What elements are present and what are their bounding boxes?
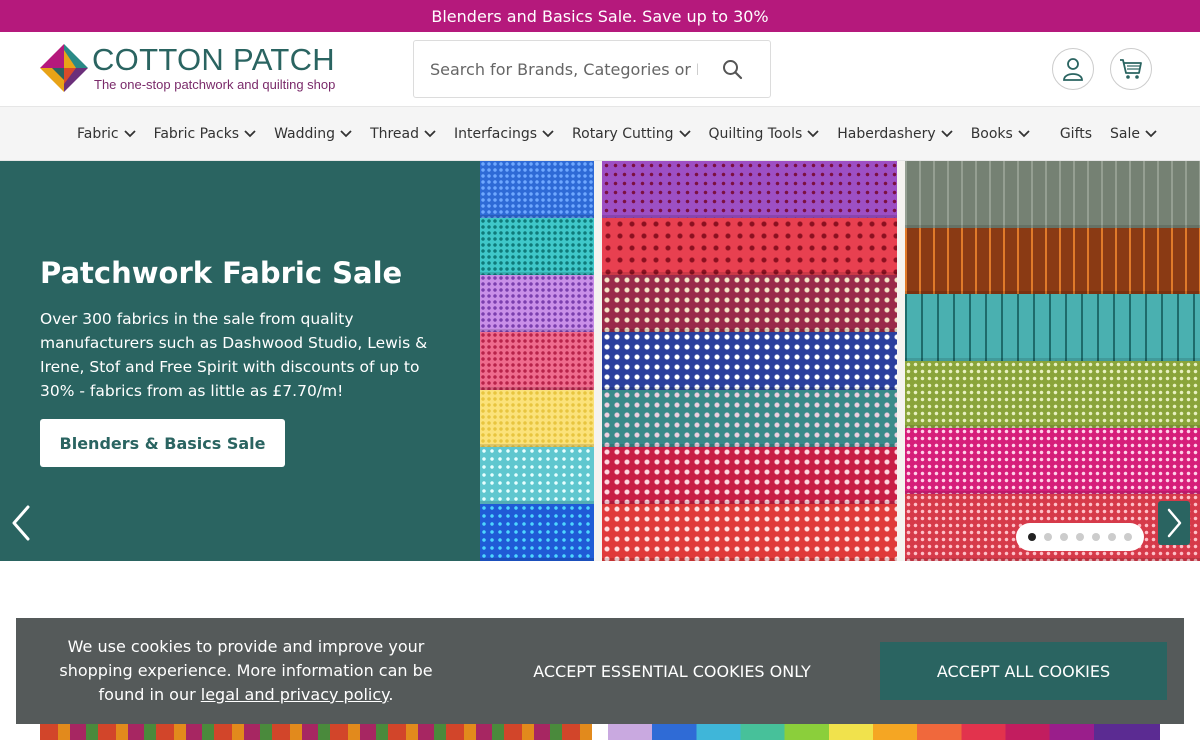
cart-button[interactable]: [1110, 48, 1152, 90]
nav-item-thread[interactable]: Thread: [370, 126, 436, 142]
chevron-down-icon: [424, 129, 436, 137]
hero-title: Patchwork Fabric Sale: [40, 256, 403, 290]
slide-dot[interactable]: [1124, 533, 1132, 541]
fabric-stack-left: [480, 161, 594, 561]
chevron-down-icon: [1018, 129, 1030, 137]
accept-essential-cookies-button[interactable]: ACCEPT ESSENTIAL COOKIES ONLY: [526, 648, 818, 694]
cart-icon: [1120, 59, 1142, 79]
nav-item-label: Sale: [1110, 125, 1141, 142]
chevron-down-icon: [244, 129, 256, 137]
search-box: [413, 40, 771, 98]
account-button[interactable]: [1052, 48, 1094, 90]
slide-dot[interactable]: [1076, 533, 1084, 541]
search-icon[interactable]: [722, 59, 744, 81]
cookie-text: We use cookies to provide and improve yo…: [59, 637, 433, 704]
nav-item-quilting-tools[interactable]: Quilting Tools: [709, 126, 820, 142]
slide-dot[interactable]: [1028, 533, 1036, 541]
promo-bar[interactable]: Blenders and Basics Sale. Save up to 30%: [0, 0, 1200, 32]
slide-indicator: [1016, 523, 1144, 551]
nav-item-label: Fabric: [77, 125, 119, 142]
chevron-down-icon: [941, 129, 953, 137]
search-input[interactable]: [430, 59, 698, 79]
hero-banner: Patchwork Fabric Sale Over 300 fabrics i…: [0, 161, 1200, 561]
logo-title: COTTON PATCH: [92, 41, 335, 77]
nav-item-rotary-cutting[interactable]: Rotary Cutting: [572, 126, 691, 142]
nav-item-label: Wadding: [274, 125, 336, 142]
chevron-down-icon: [807, 129, 819, 137]
accept-all-cookies-button[interactable]: ACCEPT ALL COOKIES: [880, 642, 1167, 700]
nav-item-interfacings[interactable]: Interfacings: [454, 126, 554, 142]
next-slide-button[interactable]: [1158, 501, 1190, 545]
slide-dot[interactable]: [1044, 533, 1052, 541]
chevron-right-icon: [1167, 508, 1182, 538]
logo[interactable]: COTTON PATCH The one-stop patchwork and …: [40, 44, 335, 92]
chevron-down-icon: [340, 129, 352, 137]
nav-item-label: Haberdashery: [837, 125, 936, 142]
hero-image: [480, 161, 1200, 561]
slide-dot[interactable]: [1092, 533, 1100, 541]
chevron-down-icon: [542, 129, 554, 137]
nav-item-label: Thread: [370, 125, 420, 142]
site-header: COTTON PATCH The one-stop patchwork and …: [0, 32, 1200, 106]
nav-item-label: Rotary Cutting: [572, 125, 674, 142]
main-nav: Fabric Fabric Packs Wadding Thread Interfaci…: [0, 106, 1200, 161]
cookie-banner: We use cookies to provide and improve yo…: [16, 618, 1184, 724]
nav-item-wadding[interactable]: Wadding: [274, 126, 352, 142]
slide-dot[interactable]: [1060, 533, 1068, 541]
nav-item-gifts[interactable]: Gifts: [1060, 126, 1092, 142]
nav-item-label: Fabric Packs: [153, 125, 240, 142]
logo-tagline: The one-stop patchwork and quilting shop: [94, 76, 336, 92]
nav-item-fabric-packs[interactable]: Fabric Packs: [154, 126, 257, 142]
hero-text: Over 300 fabrics in the sale from qualit…: [40, 310, 428, 400]
nav-item-haberdashery[interactable]: Haberdashery: [837, 125, 953, 142]
nav-item-books[interactable]: Books: [971, 126, 1030, 142]
nav-item-label: Interfacings: [454, 125, 538, 142]
hero-panel: Patchwork Fabric Sale Over 300 fabrics i…: [0, 161, 480, 561]
nav-item-label: Books: [970, 125, 1013, 142]
privacy-policy-link[interactable]: legal and privacy policy: [201, 685, 389, 704]
user-icon: [1063, 58, 1083, 81]
nav-item-label: Gifts: [1059, 125, 1093, 142]
nav-item-sale[interactable]: Sale: [1110, 126, 1157, 142]
chevron-down-icon: [1145, 129, 1157, 137]
chevron-down-icon: [123, 129, 136, 137]
prev-slide-icon[interactable]: [6, 503, 36, 543]
nav-item-fabric[interactable]: Fabric: [77, 126, 136, 142]
slide-dot[interactable]: [1108, 533, 1116, 541]
logo-icon: [40, 44, 88, 92]
fabric-stack-middle: [602, 161, 897, 561]
fabric-stack-right: [905, 161, 1200, 561]
chevron-down-icon: [678, 129, 691, 137]
promo-text[interactable]: Blenders and Basics Sale. Save up to 30%: [431, 7, 768, 26]
nav-item-label: Quilting Tools: [708, 125, 803, 142]
hero-cta-button[interactable]: Blenders & Basics Sale: [40, 419, 285, 467]
